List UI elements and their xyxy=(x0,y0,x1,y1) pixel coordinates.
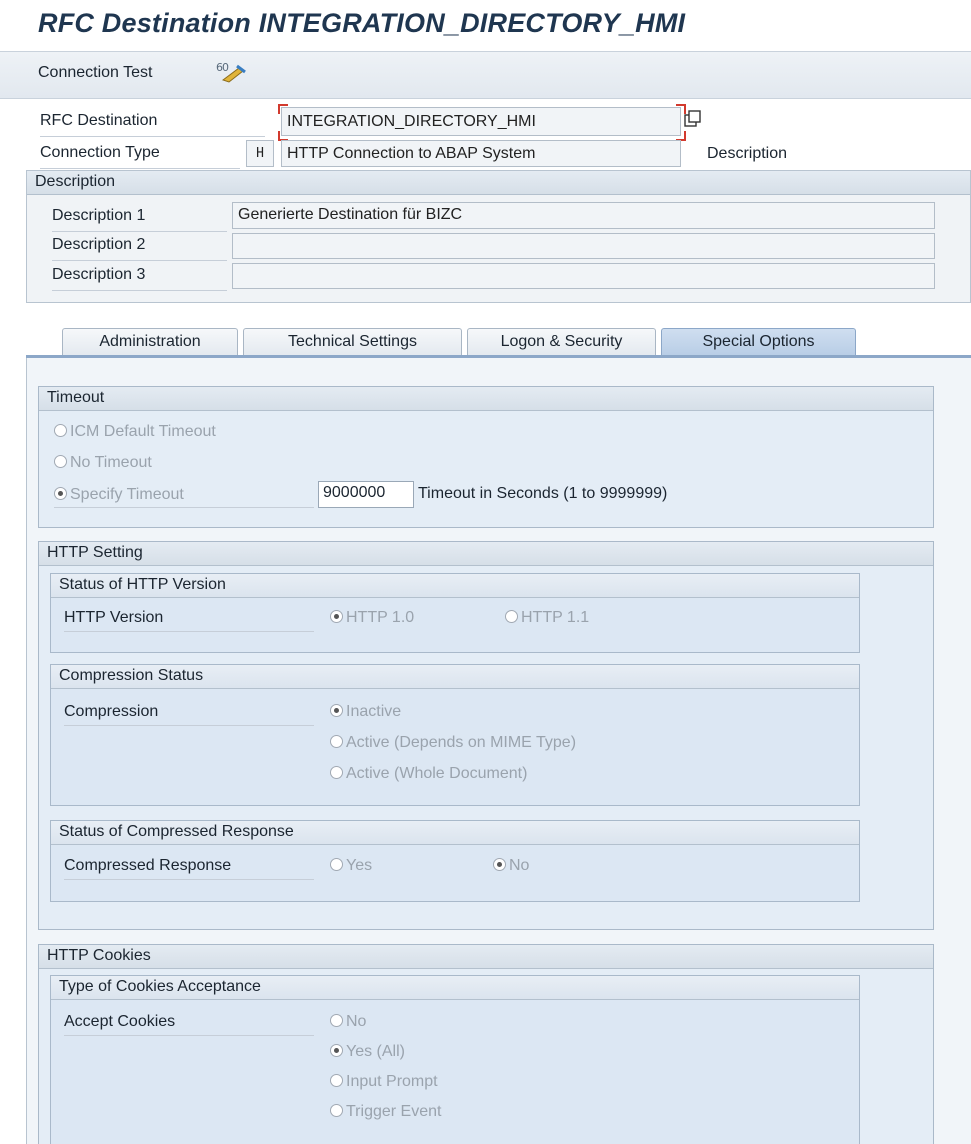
svg-text:0: 0 xyxy=(222,61,229,74)
radio-icm-default-timeout[interactable]: ICM Default Timeout xyxy=(54,423,216,441)
timeout-unit-label: Timeout in Seconds (1 to 9999999) xyxy=(418,485,668,502)
radio-http-1-0[interactable]: HTTP 1.0 xyxy=(330,609,414,627)
description-1-field[interactable]: Generierte Destination für BIZC xyxy=(232,202,935,229)
radio-label: Yes (All) xyxy=(346,1043,405,1060)
radio-label: Active (Whole Document) xyxy=(346,765,528,782)
copy-window-icon[interactable] xyxy=(684,110,702,128)
radio-compression-whole[interactable]: Active (Whole Document) xyxy=(330,765,527,783)
compressed-response-subgroup-title: Status of Compressed Response xyxy=(51,821,859,845)
description-3-label: Description 3 xyxy=(52,266,227,291)
rfc-destination-label: RFC Destination xyxy=(40,112,265,137)
connection-type-description-field: HTTP Connection to ABAP System xyxy=(281,140,681,167)
connection-type-label: Connection Type xyxy=(40,144,240,169)
radio-selected-icon xyxy=(54,487,67,500)
tab-special-options[interactable]: Special Options xyxy=(661,328,856,356)
compression-label: Compression xyxy=(64,703,314,726)
radio-label: Inactive xyxy=(346,703,402,720)
radio-icon xyxy=(54,424,67,437)
radio-label: Active (Depends on MIME Type) xyxy=(346,734,577,751)
cookies-acceptance-subgroup-title: Type of Cookies Acceptance xyxy=(51,976,859,1000)
cookies-acceptance-subgroup: Type of Cookies Acceptance xyxy=(50,975,860,1144)
connection-test-button[interactable]: Connection Test xyxy=(38,64,152,82)
radio-label: No xyxy=(346,1013,367,1030)
description-2-label: Description 2 xyxy=(52,236,227,261)
radio-cookies-trigger-event[interactable]: Trigger Event xyxy=(330,1103,441,1121)
tab-logon-security[interactable]: Logon & Security xyxy=(467,328,656,356)
radio-label: Trigger Event xyxy=(346,1103,442,1120)
divider xyxy=(54,506,314,508)
radio-compressed-yes[interactable]: Yes xyxy=(330,857,372,875)
radio-icon xyxy=(330,1074,343,1087)
radio-label: No xyxy=(509,857,530,874)
radio-icon xyxy=(330,858,343,871)
radio-label: No Timeout xyxy=(70,454,152,471)
application-toolbar: Connection Test 6 0 xyxy=(0,51,971,99)
radio-selected-icon xyxy=(330,1044,343,1057)
radio-http-1-1[interactable]: HTTP 1.1 xyxy=(505,609,589,627)
http-cookies-group-title: HTTP Cookies xyxy=(39,945,933,969)
radio-icon xyxy=(505,610,518,623)
radio-specify-timeout[interactable]: Specify Timeout xyxy=(54,486,184,504)
timeout-seconds-input[interactable]: 9000000 xyxy=(318,481,414,508)
description-2-field[interactable] xyxy=(232,233,935,259)
compression-subgroup-title: Compression Status xyxy=(51,665,859,689)
connection-test-icon[interactable]: 6 0 xyxy=(215,60,247,84)
tab-administration[interactable]: Administration xyxy=(62,328,238,356)
tab-technical-settings[interactable]: Technical Settings xyxy=(243,328,462,356)
timeout-group-title: Timeout xyxy=(39,387,933,411)
radio-label: Specify Timeout xyxy=(70,486,184,503)
description-link[interactable]: Description xyxy=(707,145,787,163)
radio-selected-icon xyxy=(493,858,506,871)
radio-icon xyxy=(330,1104,343,1117)
page-title: RFC Destination INTEGRATION_DIRECTORY_HM… xyxy=(38,8,686,38)
radio-label: Yes xyxy=(346,857,373,874)
radio-compression-mime[interactable]: Active (Depends on MIME Type) xyxy=(330,734,576,752)
http-version-subgroup-title: Status of HTTP Version xyxy=(51,574,859,598)
radio-icon xyxy=(330,766,343,779)
radio-cookies-input-prompt[interactable]: Input Prompt xyxy=(330,1073,438,1091)
radio-label: Input Prompt xyxy=(346,1073,438,1090)
http-setting-group-title: HTTP Setting xyxy=(39,542,933,566)
http-version-label: HTTP Version xyxy=(64,609,314,632)
radio-selected-icon xyxy=(330,704,343,717)
rfc-destination-field[interactable]: INTEGRATION_DIRECTORY_HMI xyxy=(281,107,681,136)
radio-cookies-yes-all[interactable]: Yes (All) xyxy=(330,1043,405,1061)
description-1-label: Description 1 xyxy=(52,207,227,232)
connection-type-code-field[interactable]: H xyxy=(246,140,274,167)
radio-selected-icon xyxy=(330,610,343,623)
radio-icon xyxy=(330,735,343,748)
radio-cookies-no[interactable]: No xyxy=(330,1013,366,1031)
radio-label: HTTP 1.0 xyxy=(346,609,415,626)
radio-icon xyxy=(330,1014,343,1027)
focus-corner-tl xyxy=(278,104,288,114)
radio-label: HTTP 1.1 xyxy=(521,609,590,626)
radio-label: ICM Default Timeout xyxy=(70,423,216,440)
radio-no-timeout[interactable]: No Timeout xyxy=(54,454,152,472)
compressed-response-label: Compressed Response xyxy=(64,857,314,880)
radio-compressed-no[interactable]: No xyxy=(493,857,529,875)
accept-cookies-label: Accept Cookies xyxy=(64,1013,314,1036)
radio-compression-inactive[interactable]: Inactive xyxy=(330,703,401,721)
description-group-title: Description xyxy=(27,171,970,195)
description-3-field[interactable] xyxy=(232,263,935,289)
radio-icon xyxy=(54,455,67,468)
